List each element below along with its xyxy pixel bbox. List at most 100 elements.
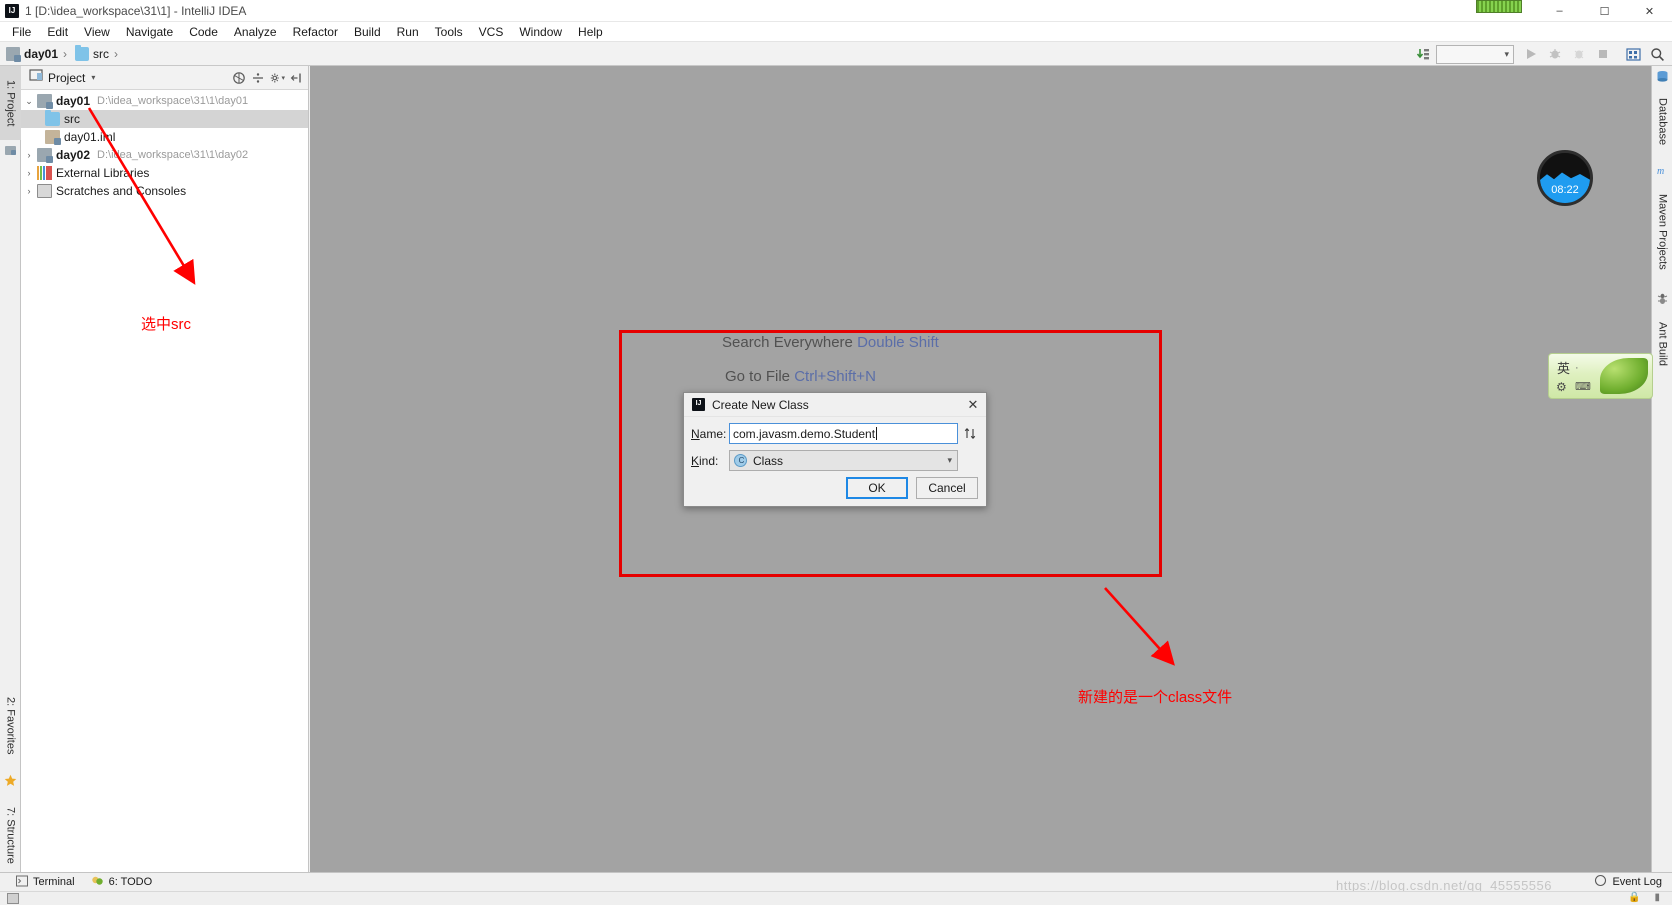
expand-all-icon[interactable] [250, 70, 266, 86]
debug-icon[interactable] [1544, 43, 1566, 65]
folder-icon [75, 44, 90, 61]
project-tool-window: Project ▾ ▾ ⌄ day01 D:\idea_workspace\31… [21, 66, 309, 872]
sidebar-item-project[interactable]: 1: Project [0, 66, 21, 140]
todo-icon [91, 875, 104, 890]
left-strip-label-favorites: 2: Favorites [4, 697, 17, 755]
keyboard-icon[interactable]: ⌨ [1575, 380, 1591, 393]
dialog-buttons: OK Cancel [846, 477, 978, 499]
chevron-down-icon: ▾ [947, 455, 952, 465]
tree-node-scratches-and-consoles[interactable]: › Scratches and Consoles [21, 182, 308, 200]
tree-node-day02[interactable]: › day02 D:\idea_workspace\31\1\day02 [21, 146, 308, 164]
menu-vcs[interactable]: VCS [471, 22, 512, 42]
menu-navigate[interactable]: Navigate [118, 22, 181, 42]
module-icon [37, 94, 53, 109]
breadcrumb-item-src[interactable]: src [93, 47, 109, 61]
tree-node-day01[interactable]: ⌄ day01 D:\idea_workspace\31\1\day01 [21, 92, 308, 110]
sidebar-item-maven-projects[interactable]: Maven Projects [1652, 180, 1672, 284]
tree-node-label: src [64, 112, 80, 126]
menu-window[interactable]: Window [511, 22, 570, 42]
hide-panel-icon[interactable] [288, 70, 304, 86]
screen-recorder-badge [1476, 0, 1522, 13]
desktop-clock-widget: 08:22 [1537, 150, 1593, 206]
status-event-log[interactable]: Event Log [1594, 874, 1662, 890]
menu-build[interactable]: Build [346, 22, 389, 42]
maximize-icon[interactable]: ☐ [1582, 0, 1627, 22]
kind-value: Class [753, 453, 784, 468]
settings-gear-icon[interactable]: ▾ [269, 70, 285, 86]
menu-view[interactable]: View [76, 22, 118, 42]
search-icon[interactable] [1646, 43, 1668, 65]
menu-code[interactable]: Code [181, 22, 226, 42]
menu-help[interactable]: Help [570, 22, 611, 42]
sidebar-item-ant-build[interactable]: Ant Build [1652, 308, 1672, 380]
breadcrumb-separator-2: › [114, 46, 119, 61]
minimize-icon[interactable]: ‒ [1537, 0, 1582, 22]
gear-icon[interactable]: ⚙ [1556, 380, 1567, 394]
status-todo[interactable]: 6: TODO [91, 875, 153, 890]
coverage-icon[interactable] [1568, 43, 1590, 65]
window-title: 1 [D:\idea_workspace\31\1] - IntelliJ ID… [25, 3, 247, 18]
tree-node-src[interactable]: src [21, 110, 308, 128]
ime-status-widget[interactable]: 英 · ⚙ ⌨ [1548, 353, 1653, 399]
folder-icon [45, 110, 60, 126]
menu-run[interactable]: Run [389, 22, 427, 42]
sidebar-item-database[interactable]: Database [1652, 86, 1672, 158]
kind-select[interactable]: Class ▾ [729, 450, 958, 471]
window-restore-icon[interactable] [7, 893, 19, 904]
todo-label: 6: TODO [108, 876, 153, 888]
ime-punctuation-label[interactable]: · [1575, 362, 1579, 374]
chevron-right-icon[interactable]: › [21, 186, 37, 196]
chevron-down-icon[interactable]: ▾ [91, 73, 95, 82]
tree-node-path: D:\idea_workspace\31\1\day02 [97, 149, 249, 161]
chevron-right-icon[interactable]: › [21, 150, 37, 160]
project-panel-title: Project [48, 70, 86, 85]
menu-edit[interactable]: Edit [39, 22, 76, 42]
leaf-decoration-icon [1600, 358, 1648, 394]
svg-text:m: m [1657, 166, 1664, 177]
settings-icon[interactable] [1622, 43, 1644, 65]
dialog-title-bar: Create New Class ✕ [684, 393, 986, 417]
chevron-right-icon[interactable]: › [21, 168, 37, 178]
class-name-value: com.javasm.demo.Student [733, 426, 876, 441]
terminal-label: Terminal [33, 876, 75, 888]
close-icon[interactable]: ✕ [964, 396, 982, 414]
breadcrumb-item-day01[interactable]: day01 [24, 47, 58, 61]
sidebar-item-favorites[interactable]: 2: Favorites [0, 682, 21, 770]
battery-icon[interactable]: ▮ [1654, 892, 1660, 903]
project-panel-toolbar: ▾ [231, 66, 304, 90]
menu-refactor[interactable]: Refactor [285, 22, 346, 42]
close-icon[interactable]: ✕ [1627, 0, 1672, 22]
menu-tools[interactable]: Tools [427, 22, 471, 42]
ant-icon [1656, 292, 1669, 305]
project-tool-icon [4, 144, 17, 157]
run-configuration-selector[interactable]: ▾ [1436, 44, 1514, 64]
status-terminal[interactable]: Terminal [16, 875, 75, 890]
update-project-icon[interactable] [1412, 43, 1434, 65]
chevron-down-icon[interactable]: ⌄ [21, 96, 37, 107]
class-name-input[interactable]: com.javasm.demo.Student [729, 423, 958, 444]
menu-bar: File Edit View Navigate Code Analyze Ref… [0, 22, 1672, 42]
stop-icon[interactable] [1592, 43, 1614, 65]
run-icon[interactable] [1520, 43, 1542, 65]
kind-label: Kind: [691, 453, 719, 468]
tree-node-external-libraries[interactable]: › External Libraries [21, 164, 308, 182]
window-controls: ‒ ☐ ✕ [1537, 0, 1672, 22]
ok-button[interactable]: OK [846, 477, 908, 499]
right-strip-label-database: Database [1656, 98, 1669, 146]
menu-analyze[interactable]: Analyze [226, 22, 285, 42]
tree-node-day01-iml[interactable]: day01.iml [21, 128, 308, 146]
sort-toggle-icon[interactable] [961, 424, 979, 444]
title-bar: 1 [D:\idea_workspace\31\1] - IntelliJ ID… [0, 0, 1672, 22]
ime-mode-label[interactable]: 英 [1557, 358, 1570, 377]
collapse-all-icon[interactable] [231, 70, 247, 86]
libraries-icon [37, 166, 52, 180]
project-tree: ⌄ day01 D:\idea_workspace\31\1\day01 src… [21, 90, 308, 200]
lock-icon[interactable]: 🔒 [1628, 892, 1640, 903]
bottom-bar: 🔒 ▮ [0, 891, 1672, 905]
cancel-button[interactable]: Cancel [916, 477, 978, 499]
sidebar-item-structure[interactable]: 7: Structure [0, 792, 21, 878]
tree-node-label: External Libraries [56, 166, 150, 180]
menu-file[interactable]: File [4, 22, 39, 42]
create-new-class-dialog: Create New Class ✕ Name: com.javasm.demo… [683, 392, 987, 507]
intellij-idea-logo-icon [5, 3, 19, 18]
